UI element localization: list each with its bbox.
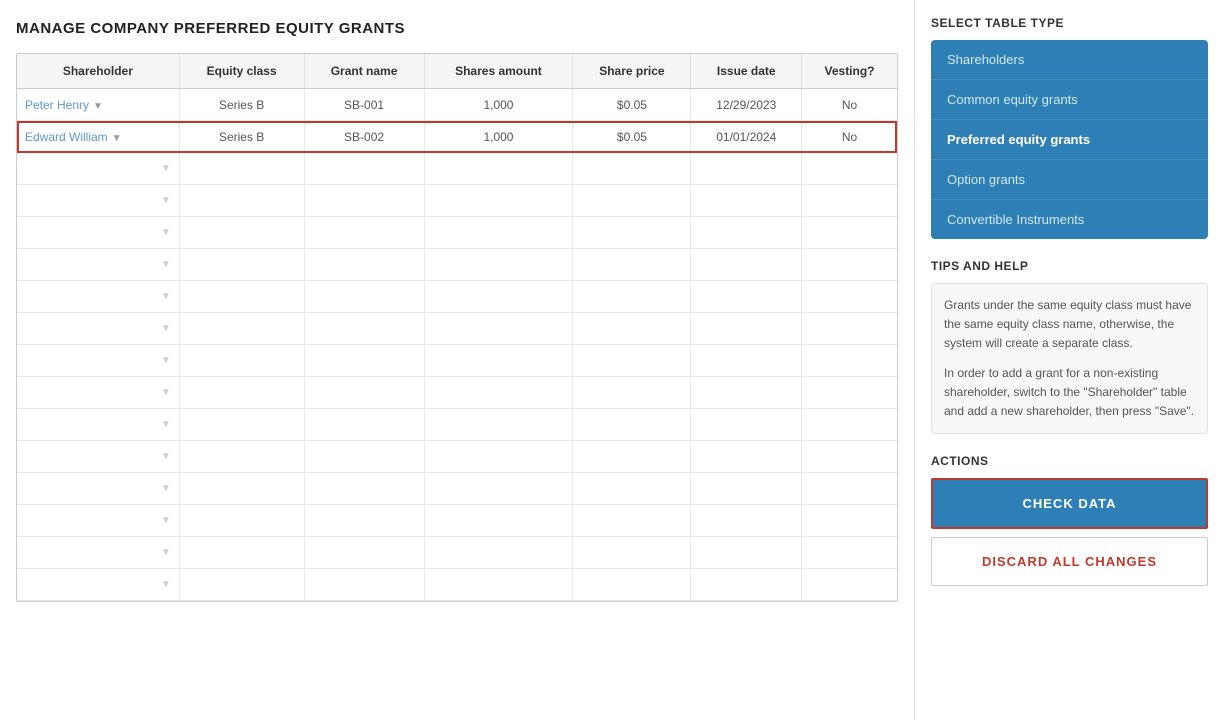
col-grant-name: Grant name [304, 54, 424, 89]
col-equity-class: Equity class [179, 54, 304, 89]
cell-grant-name: SB-001 [304, 89, 424, 121]
col-share-price: Share price [573, 54, 691, 89]
select-table-title: SELECT TABLE TYPE [931, 16, 1208, 30]
cell-shares-amount: 1,000 [424, 89, 573, 121]
table-header-row: Shareholder Equity class Grant name Shar… [17, 54, 897, 89]
dropdown-arrow-icon[interactable]: ▼ [112, 133, 122, 144]
empty-table-row[interactable]: ▼ [17, 249, 897, 281]
dropdown-arrow-icon[interactable]: ▼ [161, 163, 171, 174]
cell-vesting: No [802, 121, 897, 153]
dropdown-arrow-icon[interactable]: ▼ [161, 451, 171, 462]
tips-section: TIPS AND HELP Grants under the same equi… [931, 259, 1208, 434]
table-type-preferred-equity[interactable]: Preferred equity grants [931, 120, 1208, 160]
dropdown-arrow-icon[interactable]: ▼ [161, 259, 171, 270]
dropdown-arrow-icon[interactable]: ▼ [161, 579, 171, 590]
cell-shareholder[interactable]: Edward William ▼ [17, 121, 179, 153]
cell-equity-class: Series B [179, 121, 304, 153]
shareholder-name: Peter Henry [25, 98, 89, 112]
page-title: MANAGE COMPANY PREFERRED EQUITY GRANTS [16, 20, 898, 37]
empty-table-row[interactable]: ▼ [17, 441, 897, 473]
dropdown-arrow-icon[interactable]: ▼ [161, 419, 171, 430]
col-vesting: Vesting? [802, 54, 897, 89]
empty-table-row[interactable]: ▼ [17, 409, 897, 441]
dropdown-arrow-icon[interactable]: ▼ [161, 323, 171, 334]
actions-title: ACTIONS [931, 454, 1208, 468]
dropdown-arrow-icon[interactable]: ▼ [161, 515, 171, 526]
table-type-option-grants[interactable]: Option grants [931, 160, 1208, 200]
table-row[interactable]: Edward William ▼ Series BSB-0021,000$0.050… [17, 121, 897, 153]
dropdown-arrow-icon[interactable]: ▼ [93, 101, 103, 112]
cell-issue-date: 12/29/2023 [691, 89, 802, 121]
empty-table-row[interactable]: ▼ [17, 217, 897, 249]
table-type-convertible[interactable]: Convertible Instruments [931, 200, 1208, 239]
data-table: Shareholder Equity class Grant name Shar… [16, 53, 898, 602]
empty-table-row[interactable]: ▼ [17, 185, 897, 217]
cell-shareholder[interactable]: Peter Henry ▼ [17, 89, 179, 121]
table-type-common-equity[interactable]: Common equity grants [931, 80, 1208, 120]
table-type-list: Shareholders Common equity grants Prefer… [931, 40, 1208, 239]
empty-table-row[interactable]: ▼ [17, 537, 897, 569]
dropdown-arrow-icon[interactable]: ▼ [161, 387, 171, 398]
cell-vesting: No [802, 89, 897, 121]
col-shares-amount: Shares amount [424, 54, 573, 89]
dropdown-arrow-icon[interactable]: ▼ [161, 355, 171, 366]
col-shareholder: Shareholder [17, 54, 179, 89]
empty-table-row[interactable]: ▼ [17, 505, 897, 537]
dropdown-arrow-icon[interactable]: ▼ [161, 547, 171, 558]
empty-table-row[interactable]: ▼ [17, 313, 897, 345]
sidebar: SELECT TABLE TYPE Shareholders Common eq… [914, 0, 1224, 720]
empty-table-row[interactable]: ▼ [17, 473, 897, 505]
dropdown-arrow-icon[interactable]: ▼ [161, 195, 171, 206]
empty-table-row[interactable]: ▼ [17, 281, 897, 313]
dropdown-arrow-icon[interactable]: ▼ [161, 291, 171, 302]
check-data-button[interactable]: CHECK DATA [931, 478, 1208, 529]
tips-text-1: Grants under the same equity class must … [944, 296, 1195, 354]
cell-grant-name: SB-002 [304, 121, 424, 153]
cell-shares-amount: 1,000 [424, 121, 573, 153]
cell-equity-class: Series B [179, 89, 304, 121]
cell-share-price: $0.05 [573, 89, 691, 121]
tips-box: Grants under the same equity class must … [931, 283, 1208, 434]
cell-share-price: $0.05 [573, 121, 691, 153]
empty-table-row[interactable]: ▼ [17, 345, 897, 377]
table-type-shareholders[interactable]: Shareholders [931, 40, 1208, 80]
discard-changes-button[interactable]: DISCARD ALL CHANGES [931, 537, 1208, 586]
empty-table-row[interactable]: ▼ [17, 377, 897, 409]
shareholder-name: Edward William [25, 130, 108, 144]
dropdown-arrow-icon[interactable]: ▼ [161, 227, 171, 238]
empty-table-row[interactable]: ▼ [17, 153, 897, 185]
tips-title: TIPS AND HELP [931, 259, 1208, 273]
tips-text-2: In order to add a grant for a non-existi… [944, 364, 1195, 422]
dropdown-arrow-icon[interactable]: ▼ [161, 483, 171, 494]
actions-section: ACTIONS CHECK DATA DISCARD ALL CHANGES [931, 454, 1208, 586]
table-row[interactable]: Peter Henry ▼ Series BSB-0011,000$0.0512/2… [17, 89, 897, 121]
cell-issue-date: 01/01/2024 [691, 121, 802, 153]
col-issue-date: Issue date [691, 54, 802, 89]
empty-table-row[interactable]: ▼ [17, 569, 897, 601]
